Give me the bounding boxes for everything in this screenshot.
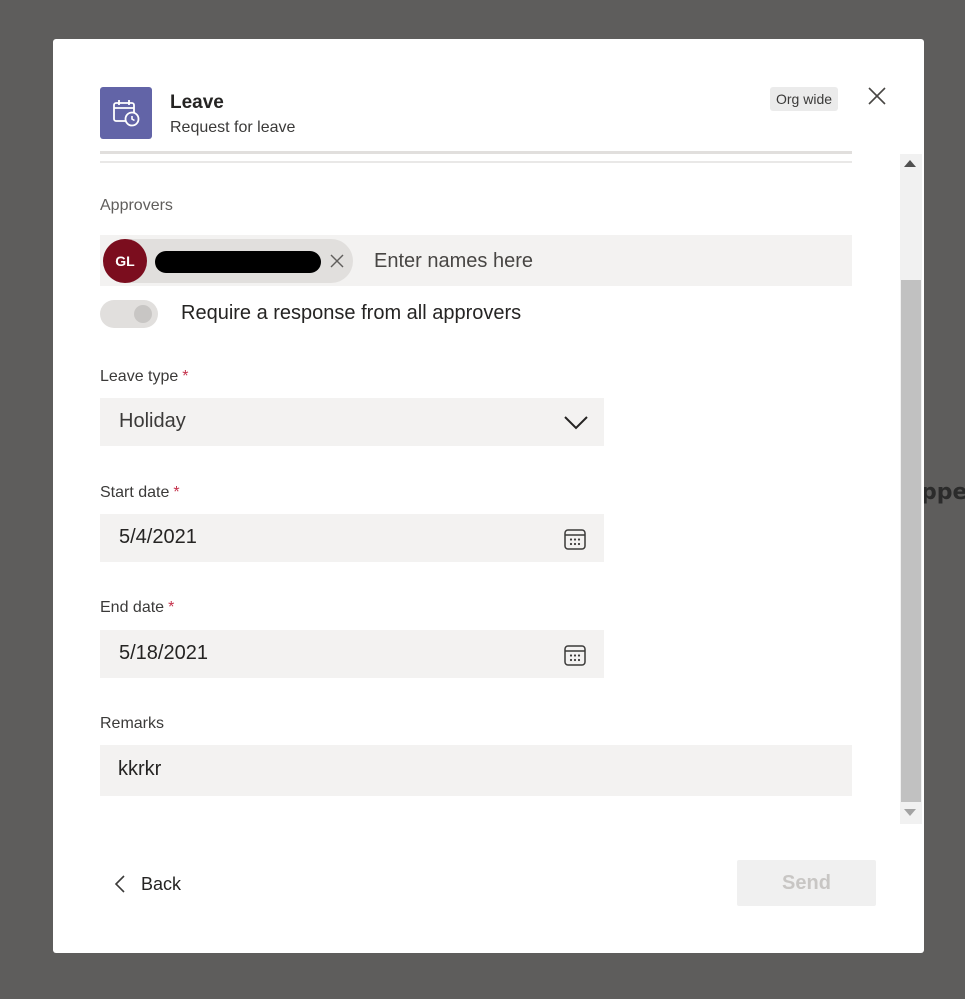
remarks-value: kkrkr <box>118 758 162 780</box>
close-button[interactable] <box>865 84 889 108</box>
end-date-value: 5/18/2021 <box>119 642 208 664</box>
header-divider-secondary <box>100 161 852 163</box>
calendar-clock-icon <box>100 87 152 139</box>
required-mark: * <box>173 484 180 501</box>
require-all-toggle[interactable] <box>100 300 158 328</box>
require-all-label: Require a response from all approvers <box>181 302 522 324</box>
approver-chip[interactable]: GL <box>103 239 353 283</box>
start-date-label: Start date * <box>100 484 180 502</box>
required-mark: * <box>182 368 189 385</box>
chevron-left-icon <box>114 875 125 893</box>
back-label: Back <box>141 873 182 894</box>
approvers-label: Approvers <box>100 197 173 214</box>
background-partial-text: ppe <box>921 480 965 505</box>
calendar-icon[interactable] <box>563 643 587 667</box>
calendar-icon[interactable] <box>563 527 587 551</box>
avatar: GL <box>103 239 147 283</box>
header-divider <box>100 151 852 154</box>
remarks-field[interactable]: kkrkr <box>100 745 852 796</box>
org-wide-badge: Org wide <box>770 87 839 111</box>
remove-approver-button[interactable] <box>329 253 345 269</box>
scroll-up-arrow-icon[interactable] <box>904 160 916 167</box>
leave-type-dropdown[interactable]: Holiday <box>100 398 604 446</box>
end-date-label: End date * <box>100 599 174 617</box>
leave-type-value: Holiday <box>119 410 186 432</box>
redacted-name <box>155 251 321 273</box>
send-button[interactable]: Send <box>737 860 876 906</box>
end-date-field[interactable]: 5/18/2021 <box>100 630 604 678</box>
required-mark: * <box>168 599 175 616</box>
start-date-label-text: Start date <box>100 484 170 501</box>
approvers-field[interactable]: GL <box>100 235 852 286</box>
start-date-value: 5/4/2021 <box>119 526 197 548</box>
start-date-field[interactable]: 5/4/2021 <box>100 514 604 562</box>
scroll-down-arrow-icon[interactable] <box>904 809 916 816</box>
remarks-label: Remarks <box>100 715 165 732</box>
approver-names-input[interactable] <box>372 245 836 277</box>
app-title: Leave <box>170 92 224 113</box>
app-subtitle: Request for leave <box>170 119 296 136</box>
toggle-knob <box>134 305 152 323</box>
leave-type-label: Leave type * <box>100 368 189 386</box>
back-button[interactable]: Back <box>113 869 181 899</box>
close-icon <box>330 254 344 268</box>
leave-type-label-text: Leave type <box>100 368 179 385</box>
close-icon <box>868 87 886 105</box>
leave-request-dialog: Leave Request for leave Org wide Approve… <box>53 39 924 953</box>
end-date-label-text: End date <box>100 599 165 616</box>
chevron-down-icon <box>564 416 588 430</box>
scrollbar-thumb[interactable] <box>901 280 921 802</box>
